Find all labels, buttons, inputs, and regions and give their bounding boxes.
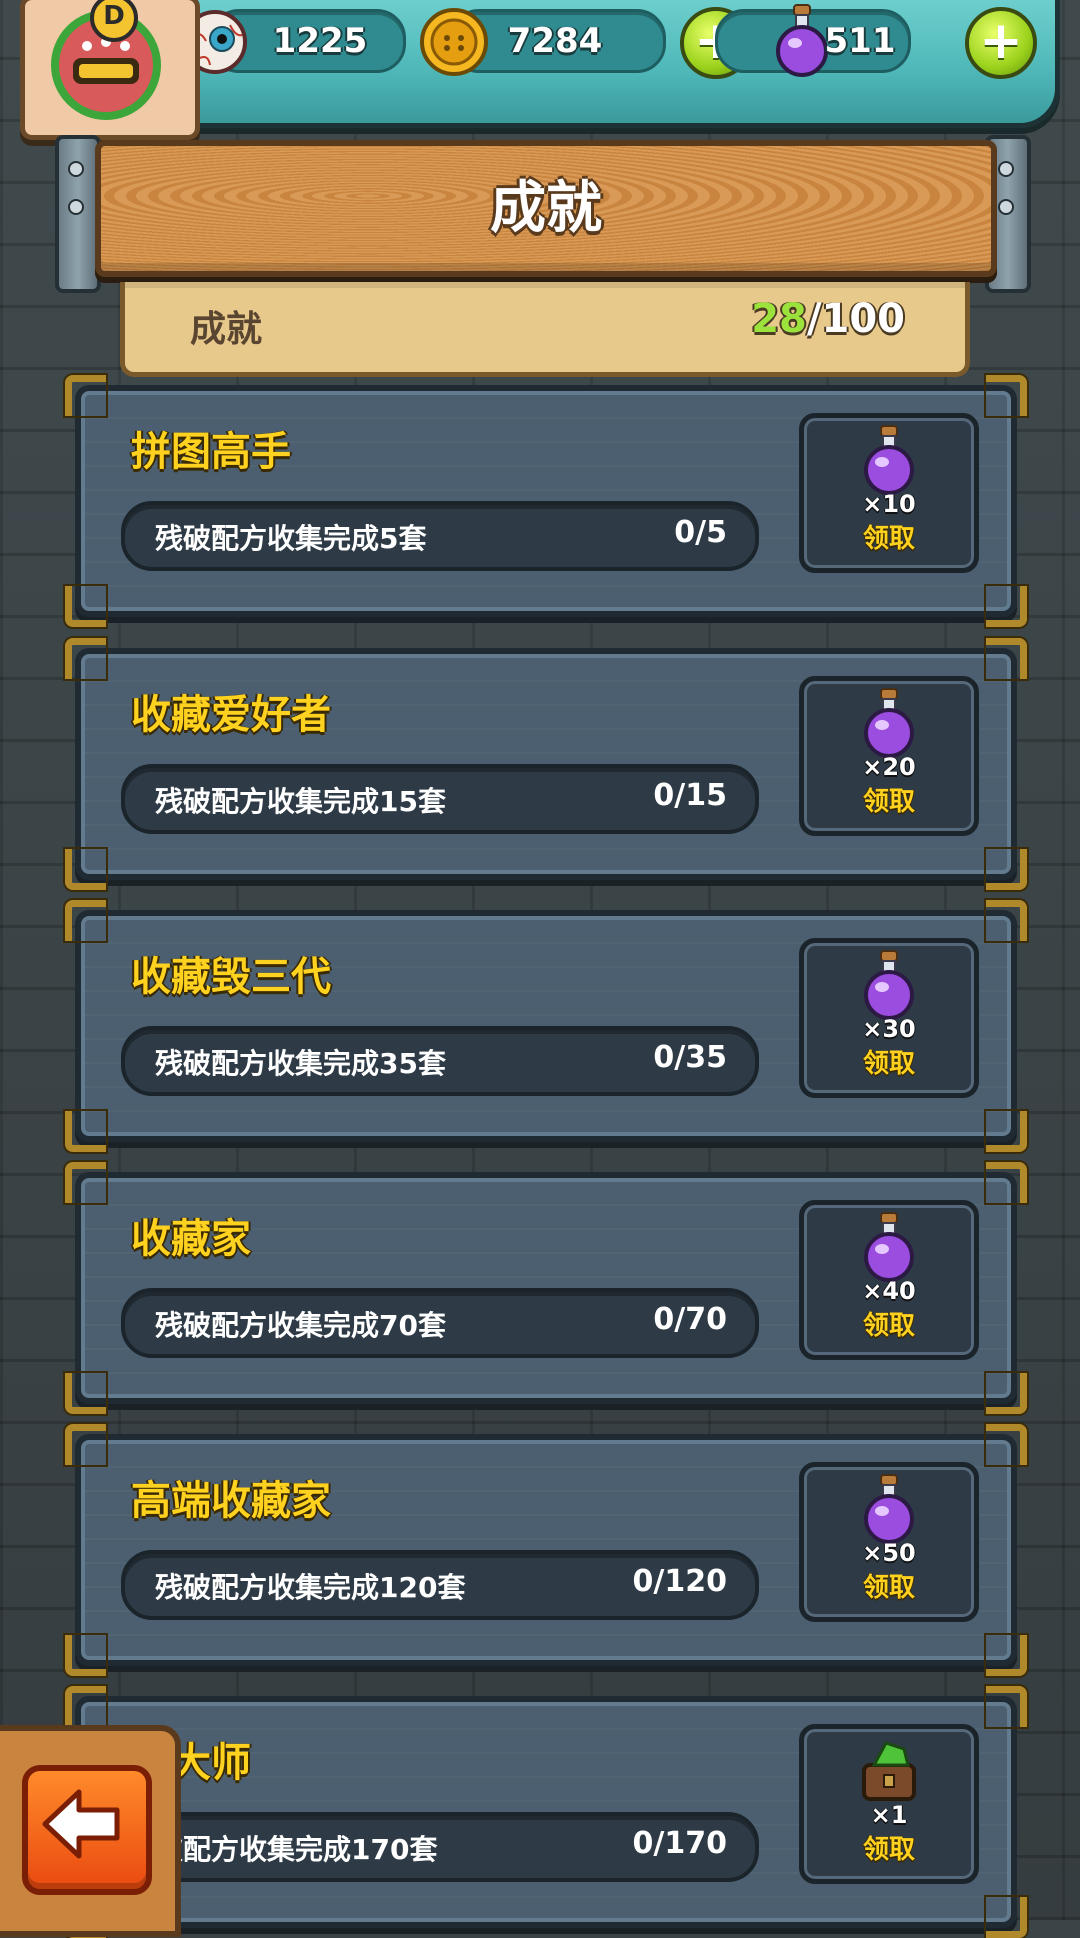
claim-reward-button[interactable]: ×50 领取 xyxy=(799,1462,979,1622)
achievement-card: 高端收藏家残破配方收集完成120套 0/120 ×50 领取 xyxy=(65,1424,1027,1676)
claim-reward-button[interactable]: ×10 领取 xyxy=(799,413,979,573)
achievement-card: 收藏毁三代残破配方收集完成35套 0/35 ×30 领取 xyxy=(65,900,1027,1152)
potion-icon xyxy=(864,1212,914,1282)
card-corner xyxy=(65,1424,106,1465)
card-corner xyxy=(65,1686,106,1727)
card-corner xyxy=(986,1686,1027,1727)
achievement-requirement: 破配方收集完成170套 0/170 xyxy=(121,1812,759,1882)
eyeball-value: 1225 xyxy=(272,21,368,61)
claim-reward-button[interactable]: ×1 领取 xyxy=(799,1724,979,1884)
potion-value: 511 xyxy=(824,21,896,61)
title-board: 成就 xyxy=(95,140,997,277)
requirement-progress: 0/35 xyxy=(653,1040,727,1075)
requirement-text: 残破配方收集完成35套 xyxy=(155,1047,446,1080)
achievement-card: 拼图高手残破配方收集完成5套 0/5 ×10 领取 xyxy=(65,375,1027,627)
requirement-progress: 0/120 xyxy=(632,1564,727,1599)
chest-icon xyxy=(862,1741,916,1801)
achievement-requirement: 残破配方收集完成15套 0/15 xyxy=(121,764,759,834)
reward-quantity: ×40 xyxy=(862,1277,916,1305)
requirement-text: 破配方收集完成170套 xyxy=(155,1833,438,1866)
arrow-left-icon xyxy=(42,1789,120,1859)
card-corner xyxy=(65,638,106,679)
progress-done: 28 xyxy=(751,296,807,342)
coin-value: 7284 xyxy=(507,21,603,61)
claim-label: 领取 xyxy=(862,1311,915,1341)
reward-quantity: ×20 xyxy=(862,753,916,781)
achievement-requirement: 残破配方收集完成35套 0/35 xyxy=(121,1026,759,1096)
card-corner xyxy=(986,1111,1027,1152)
card-corner xyxy=(986,849,1027,890)
achievement-title: 拼图高手 xyxy=(131,429,291,475)
claim-label: 领取 xyxy=(862,1573,915,1603)
card-corner xyxy=(65,1373,106,1414)
progress-total: /100 xyxy=(806,296,905,342)
claim-reward-button[interactable]: ×30 领取 xyxy=(799,938,979,1098)
potion-icon xyxy=(864,688,914,758)
claim-label: 领取 xyxy=(862,524,915,554)
achievement-title: 收藏毁三代 xyxy=(131,954,331,1000)
requirement-progress: 0/170 xyxy=(632,1826,727,1861)
card-corner xyxy=(986,1424,1027,1465)
progress-count: 28/100 xyxy=(751,296,905,342)
reward-quantity: ×30 xyxy=(862,1015,916,1043)
requirement-text: 残破配方收集完成120套 xyxy=(155,1571,466,1604)
card-corner xyxy=(65,586,106,627)
resource-bar: 1225 7284 + 511 + xyxy=(150,0,1060,128)
claim-label: 领取 xyxy=(862,787,915,817)
card-corner xyxy=(65,375,106,416)
potion-icon xyxy=(864,950,914,1020)
requirement-progress: 0/5 xyxy=(674,515,727,550)
card-corner xyxy=(986,900,1027,941)
card-corner xyxy=(65,1635,106,1676)
requirement-text: 残破配方收集完成15套 xyxy=(155,785,446,818)
requirement-text: 残破配方收集完成5套 xyxy=(155,522,427,555)
achievement-title: 收藏爱好者 xyxy=(131,692,331,738)
reward-quantity: ×1 xyxy=(870,1801,908,1829)
claim-reward-button[interactable]: ×40 领取 xyxy=(799,1200,979,1360)
claim-label: 领取 xyxy=(862,1835,915,1865)
player-avatar[interactable]: D xyxy=(20,0,200,140)
card-corner xyxy=(65,849,106,890)
claim-label: 领取 xyxy=(862,1049,915,1079)
card-corner xyxy=(986,638,1027,679)
card-corner xyxy=(65,900,106,941)
requirement-text: 残破配方收集完成70套 xyxy=(155,1309,446,1342)
achievement-requirement: 残破配方收集完成120套 0/120 xyxy=(121,1550,759,1620)
requirement-progress: 0/15 xyxy=(653,778,727,813)
potion-icon xyxy=(864,1474,914,1544)
achievement-requirement: 残破配方收集完成70套 0/70 xyxy=(121,1288,759,1358)
card-corner xyxy=(65,1162,106,1203)
back-button[interactable] xyxy=(22,1765,152,1895)
page-title: 成就 xyxy=(490,176,602,241)
achievement-progress: 成就 28/100 xyxy=(120,282,970,377)
card-corner xyxy=(986,1897,1027,1938)
potion-icon xyxy=(864,425,914,495)
card-corner xyxy=(986,1162,1027,1203)
reward-quantity: ×50 xyxy=(862,1539,916,1567)
add-potions-button[interactable]: + xyxy=(965,7,1037,79)
requirement-progress: 0/70 xyxy=(653,1302,727,1337)
achievement-title: 高端收藏家 xyxy=(131,1478,331,1524)
card-corner xyxy=(986,1373,1027,1414)
achievement-requirement: 残破配方收集完成5套 0/5 xyxy=(121,501,759,571)
card-corner xyxy=(986,375,1027,416)
reward-quantity: ×10 xyxy=(862,490,916,518)
card-corner xyxy=(65,1111,106,1152)
progress-label: 成就 xyxy=(190,309,263,350)
achievement-card: 收藏爱好者残破配方收集完成15套 0/15 ×20 领取 xyxy=(65,638,1027,890)
card-corner xyxy=(986,586,1027,627)
achievement-title: 收藏家 xyxy=(131,1216,251,1262)
achievement-card: 藏大师 破配方收集完成170套 0/170 ×1 领取 xyxy=(65,1686,1027,1938)
achievement-card: 收藏家残破配方收集完成70套 0/70 ×40 领取 xyxy=(65,1162,1027,1414)
card-corner xyxy=(986,1635,1027,1676)
claim-reward-button[interactable]: ×20 领取 xyxy=(799,676,979,836)
